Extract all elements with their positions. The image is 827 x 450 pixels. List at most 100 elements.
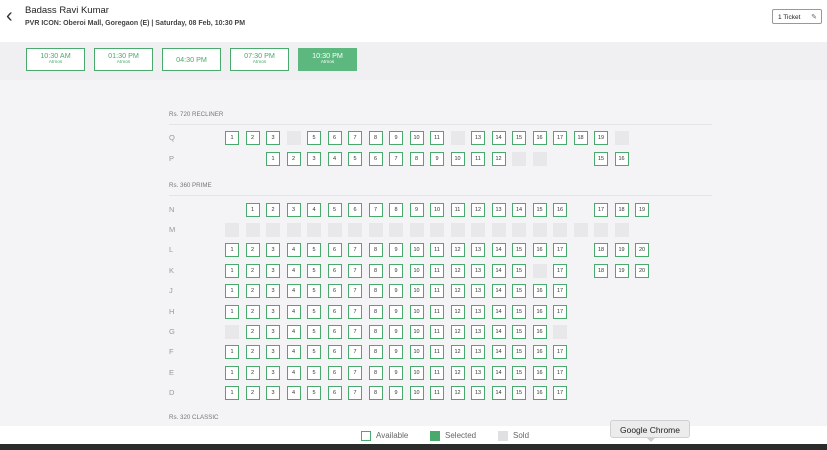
seat-n-3[interactable]: 3: [286, 203, 301, 217]
seat-h-8[interactable]: 8: [368, 305, 383, 319]
seat-k-2[interactable]: 2: [245, 264, 260, 278]
seat-h-13[interactable]: 13: [471, 305, 485, 319]
seat-l-14[interactable]: 14: [491, 243, 506, 257]
seat-d-16[interactable]: 16: [532, 386, 547, 400]
seat-e-9[interactable]: 9: [389, 366, 403, 380]
showtime-button-1[interactable]: 10:30 AM Atmos: [26, 48, 85, 71]
seat-h-3[interactable]: 3: [266, 305, 280, 319]
seat-h-12[interactable]: 12: [450, 305, 465, 319]
seat-q-13[interactable]: 13: [471, 131, 485, 145]
seat-d-12[interactable]: 12: [450, 386, 465, 400]
seat-k-7[interactable]: 7: [348, 264, 362, 278]
seat-l-11[interactable]: 11: [430, 243, 444, 257]
seat-k-20[interactable]: 20: [635, 264, 649, 278]
seat-k-4[interactable]: 4: [286, 264, 301, 278]
seat-p-11[interactable]: 11: [471, 152, 485, 166]
seat-f-13[interactable]: 13: [471, 345, 485, 359]
seat-q-2[interactable]: 2: [245, 131, 260, 145]
seat-h-2[interactable]: 2: [245, 305, 260, 319]
seat-g-6[interactable]: 6: [327, 325, 342, 339]
seat-e-16[interactable]: 16: [532, 366, 547, 380]
seat-p-9[interactable]: 9: [430, 152, 444, 166]
seat-e-8[interactable]: 8: [368, 366, 383, 380]
seat-l-20[interactable]: 20: [635, 243, 649, 257]
seat-d-14[interactable]: 14: [491, 386, 506, 400]
seat-h-16[interactable]: 16: [532, 305, 547, 319]
seat-f-17[interactable]: 17: [553, 345, 567, 359]
seat-p-2[interactable]: 2: [286, 152, 301, 166]
seat-e-5[interactable]: 5: [307, 366, 321, 380]
seat-k-15[interactable]: 15: [512, 264, 526, 278]
seat-n-18[interactable]: 18: [614, 203, 629, 217]
seat-g-8[interactable]: 8: [368, 325, 383, 339]
seat-h-4[interactable]: 4: [286, 305, 301, 319]
seat-g-11[interactable]: 11: [430, 325, 444, 339]
seat-f-5[interactable]: 5: [307, 345, 321, 359]
seat-p-7[interactable]: 7: [389, 152, 403, 166]
seat-l-18[interactable]: 18: [594, 243, 608, 257]
seat-p-5[interactable]: 5: [348, 152, 362, 166]
seat-h-6[interactable]: 6: [327, 305, 342, 319]
seat-f-6[interactable]: 6: [327, 345, 342, 359]
seat-p-8[interactable]: 8: [409, 152, 424, 166]
seat-k-12[interactable]: 12: [450, 264, 465, 278]
seat-d-7[interactable]: 7: [348, 386, 362, 400]
seat-q-6[interactable]: 6: [327, 131, 342, 145]
seat-j-4[interactable]: 4: [286, 284, 301, 298]
seat-d-15[interactable]: 15: [512, 386, 526, 400]
seat-l-16[interactable]: 16: [532, 243, 547, 257]
seat-l-5[interactable]: 5: [307, 243, 321, 257]
seat-q-18[interactable]: 18: [573, 131, 588, 145]
seat-q-10[interactable]: 10: [409, 131, 424, 145]
seat-g-16[interactable]: 16: [532, 325, 547, 339]
seat-g-13[interactable]: 13: [471, 325, 485, 339]
seat-f-4[interactable]: 4: [286, 345, 301, 359]
seat-g-10[interactable]: 10: [409, 325, 424, 339]
seat-j-12[interactable]: 12: [450, 284, 465, 298]
seat-f-15[interactable]: 15: [512, 345, 526, 359]
seat-j-2[interactable]: 2: [245, 284, 260, 298]
seat-q-5[interactable]: 5: [307, 131, 321, 145]
seat-n-1[interactable]: 1: [245, 203, 260, 217]
seat-e-15[interactable]: 15: [512, 366, 526, 380]
seat-q-17[interactable]: 17: [553, 131, 567, 145]
seat-l-15[interactable]: 15: [512, 243, 526, 257]
seat-h-11[interactable]: 11: [430, 305, 444, 319]
seat-n-16[interactable]: 16: [553, 203, 567, 217]
seat-q-11[interactable]: 11: [430, 131, 444, 145]
seat-k-6[interactable]: 6: [327, 264, 342, 278]
seat-n-2[interactable]: 2: [266, 203, 280, 217]
seat-g-5[interactable]: 5: [307, 325, 321, 339]
seat-p-4[interactable]: 4: [327, 152, 342, 166]
showtime-button-2[interactable]: 01:30 PM Atmos: [94, 48, 153, 71]
ticket-count-button[interactable]: 1 Ticket ✎: [772, 9, 822, 24]
seat-e-2[interactable]: 2: [245, 366, 260, 380]
seat-e-12[interactable]: 12: [450, 366, 465, 380]
seat-n-5[interactable]: 5: [327, 203, 342, 217]
seat-g-14[interactable]: 14: [491, 325, 506, 339]
seat-d-2[interactable]: 2: [245, 386, 260, 400]
seat-d-4[interactable]: 4: [286, 386, 301, 400]
seat-g-9[interactable]: 9: [389, 325, 403, 339]
showtime-button-5[interactable]: 10:30 PM Atmos: [298, 48, 357, 71]
seat-j-1[interactable]: 1: [225, 284, 239, 298]
seat-q-1[interactable]: 1: [225, 131, 239, 145]
seat-k-9[interactable]: 9: [389, 264, 403, 278]
seat-j-17[interactable]: 17: [553, 284, 567, 298]
seat-l-9[interactable]: 9: [389, 243, 403, 257]
seat-n-17[interactable]: 17: [594, 203, 608, 217]
seat-p-1[interactable]: 1: [266, 152, 280, 166]
seat-h-9[interactable]: 9: [389, 305, 403, 319]
seat-q-14[interactable]: 14: [491, 131, 506, 145]
seat-q-9[interactable]: 9: [389, 131, 403, 145]
seat-k-17[interactable]: 17: [553, 264, 567, 278]
seat-g-15[interactable]: 15: [512, 325, 526, 339]
seat-f-14[interactable]: 14: [491, 345, 506, 359]
seat-l-4[interactable]: 4: [286, 243, 301, 257]
seat-n-15[interactable]: 15: [532, 203, 547, 217]
seat-q-15[interactable]: 15: [512, 131, 526, 145]
seat-k-14[interactable]: 14: [491, 264, 506, 278]
seat-e-11[interactable]: 11: [430, 366, 444, 380]
seat-h-10[interactable]: 10: [409, 305, 424, 319]
seat-n-10[interactable]: 10: [430, 203, 444, 217]
